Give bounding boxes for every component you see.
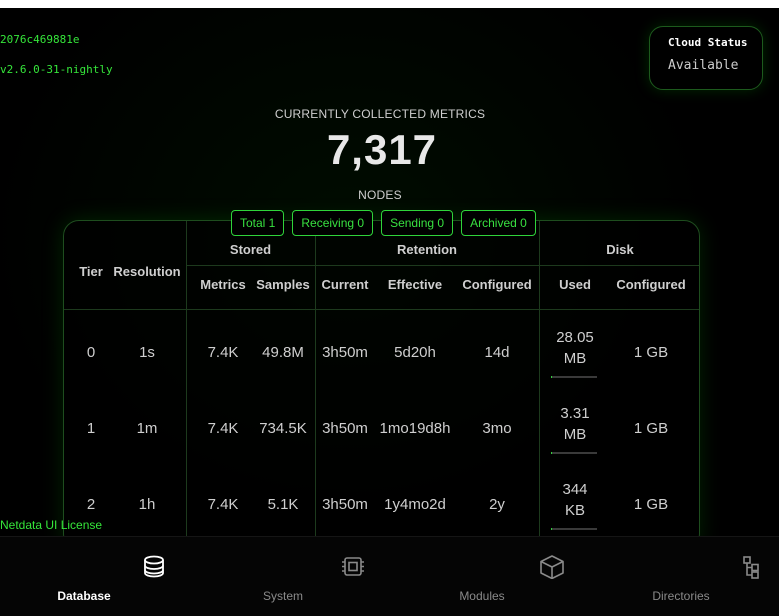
table-cell-disk-configured: 1 GB — [633, 344, 669, 361]
cloud-status-value: Available — [668, 58, 739, 73]
table-cell-metrics: 7.4K — [207, 344, 239, 361]
nav-item-directories[interactable]: Directories — [611, 537, 759, 616]
build-hash: 2076c469881e — [0, 33, 80, 46]
nav-item-system[interactable]: System — [213, 537, 364, 616]
column-header-used: Used — [559, 277, 591, 292]
table-cell-configured: 2y — [489, 496, 505, 513]
table-cell-metrics: 7.4K — [207, 496, 239, 513]
table-cell-tier: 1 — [86, 420, 96, 437]
node-status-badges: Total 1 Receiving 0 Sending 0 Archived 0 — [231, 210, 536, 236]
column-header-configured: Configured — [462, 277, 532, 292]
table-cell-samples: 734.5K — [259, 420, 307, 437]
disk-usage-fill — [551, 376, 553, 378]
disk-usage-bar — [551, 376, 597, 378]
used-unit: MB — [563, 426, 587, 443]
badge-archived[interactable]: Archived 0 — [461, 210, 536, 236]
table-cell-metrics: 7.4K — [207, 420, 239, 437]
disk-usage-bar — [551, 452, 597, 454]
disk-group-header: Disk — [606, 242, 634, 257]
column-header-metrics: Metrics — [200, 277, 246, 292]
column-header-tier: Tier — [79, 264, 103, 279]
used-value: 28.05 — [556, 329, 594, 346]
table-divider — [186, 265, 699, 266]
nav-label-directories: Directories — [652, 589, 710, 603]
table-cell-resolution: 1s — [139, 344, 155, 361]
table-cell-configured: 3mo — [482, 420, 512, 437]
table-cell-disk-configured: 1 GB — [633, 496, 669, 513]
table-cell-effective: 5d20h — [394, 344, 436, 361]
build-version: v2.6.0-31-nightly — [0, 63, 113, 76]
nav-item-database[interactable]: Database — [14, 537, 164, 616]
table-cell-current: 3h50m — [322, 496, 368, 513]
badge-receiving[interactable]: Receiving 0 — [292, 210, 374, 236]
table-cell-samples: 5.1K — [267, 496, 299, 513]
column-header-current: Current — [321, 277, 369, 292]
disk-usage-fill — [551, 452, 552, 454]
table-cell-configured: 14d — [484, 344, 510, 361]
column-header-resolution: Resolution — [113, 264, 181, 279]
table-cell-used: 344 KB — [544, 479, 606, 521]
table-cell-resolution: 1h — [138, 496, 156, 513]
directory-tree-icon — [743, 556, 759, 579]
metrics-count: 7,317 — [326, 126, 438, 173]
database-tiers-table: Stored Retention Disk Tier Resolution Me… — [63, 220, 700, 550]
table-cell-tier: 2 — [86, 496, 96, 513]
used-value: 344 — [562, 481, 588, 498]
nav-label-database: Database — [57, 589, 111, 603]
badge-total[interactable]: Total 1 — [231, 210, 285, 236]
cube-icon — [540, 555, 564, 579]
bottom-navigation: Database System Modules Directories — [0, 536, 779, 616]
metrics-heading: CURRENTLY COLLECTED METRICS — [274, 107, 486, 121]
table-cell-current: 3h50m — [322, 420, 368, 437]
nav-label-modules: Modules — [459, 589, 505, 603]
table-cell-resolution: 1m — [136, 420, 158, 437]
table-divider — [539, 221, 540, 549]
table-divider — [186, 221, 187, 549]
table-cell-tier: 0 — [86, 344, 96, 361]
used-unit: MB — [563, 350, 587, 367]
used-value: 3.31 — [560, 405, 590, 422]
retention-group-header: Retention — [397, 242, 457, 257]
table-cell-effective: 1y4mo2d — [384, 496, 446, 513]
table-cell-disk-configured: 1 GB — [633, 420, 669, 437]
cloud-status-title: Cloud Status — [668, 36, 748, 49]
nav-item-modules[interactable]: Modules — [412, 537, 564, 616]
table-divider — [64, 309, 699, 310]
stored-group-header: Stored — [229, 242, 272, 257]
table-cell-used: 28.05 MB — [544, 327, 606, 369]
cloud-status-card[interactable]: Cloud Status Available — [649, 26, 763, 90]
disk-usage-bar — [551, 528, 597, 530]
column-header-effective: Effective — [387, 277, 443, 292]
chip-icon — [342, 557, 364, 576]
column-header-disk-configured: Configured — [616, 277, 686, 292]
badge-sending[interactable]: Sending 0 — [381, 210, 454, 236]
nav-label-system: System — [262, 589, 303, 603]
used-unit: KB — [564, 502, 585, 519]
table-cell-samples: 49.8M — [262, 344, 304, 361]
table-cell-current: 3h50m — [322, 344, 368, 361]
database-icon — [144, 555, 164, 578]
table-cell-effective: 1mo19d8h — [379, 420, 451, 437]
top-bar — [0, 0, 779, 8]
table-cell-used: 3.31 MB — [544, 403, 606, 445]
disk-usage-fill — [551, 528, 552, 530]
license-link[interactable]: Netdata UI License — [0, 518, 102, 532]
nodes-label: NODES — [358, 188, 402, 202]
column-header-samples: Samples — [256, 277, 310, 292]
